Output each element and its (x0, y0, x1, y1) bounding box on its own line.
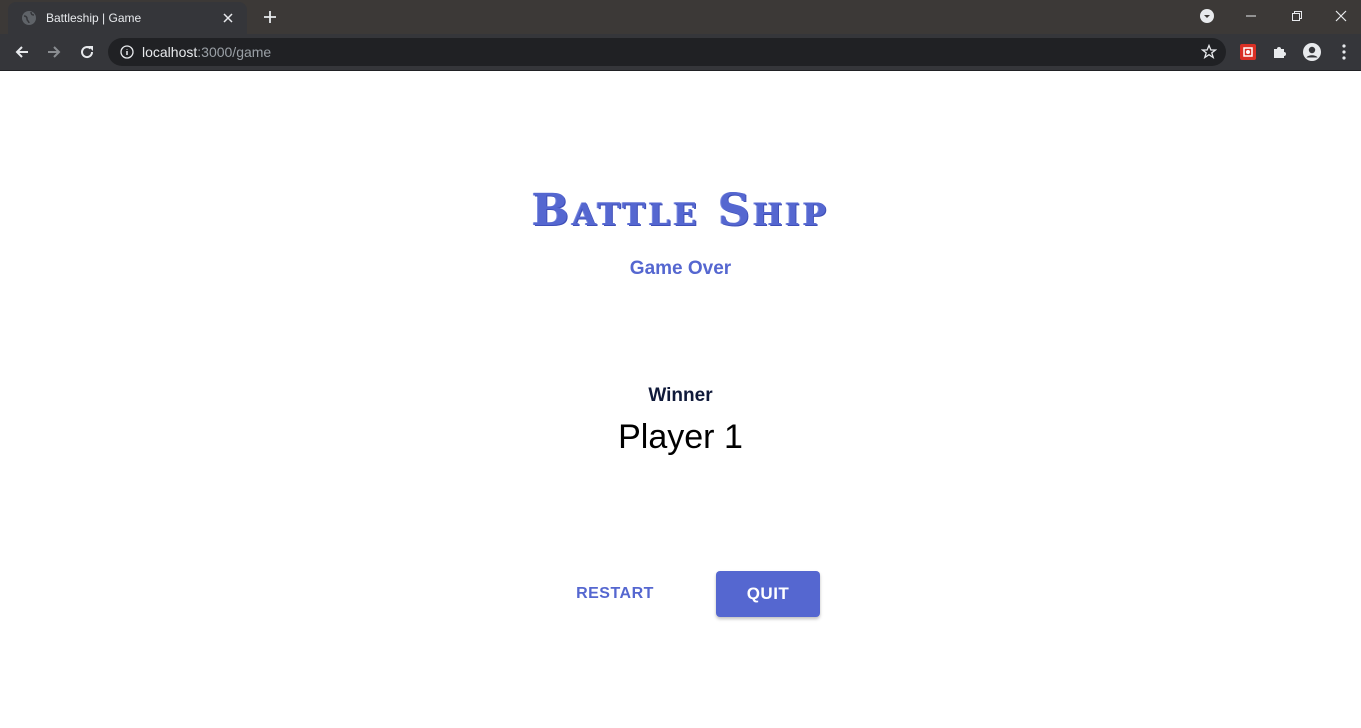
quit-button[interactable]: QUIT (716, 571, 820, 617)
browser-tab[interactable]: Battleship | Game (8, 2, 247, 34)
puzzle-icon[interactable] (1268, 40, 1292, 64)
winner-name: Player 1 (618, 418, 743, 456)
arrow-right-icon[interactable] (42, 40, 66, 64)
url-host: localhost (142, 44, 198, 60)
game-over-page: Battle Ship Game Over Winner Player 1 RE… (0, 71, 1361, 728)
arrow-left-icon[interactable] (10, 40, 34, 64)
restore-icon[interactable] (1274, 0, 1320, 32)
window-close-icon[interactable] (1318, 0, 1361, 32)
plus-icon[interactable] (258, 6, 282, 28)
game-over-heading: Game Over (629, 258, 732, 279)
tab-title: Battleship | Game (46, 11, 142, 25)
winner-label: Winner (648, 385, 713, 406)
restart-button[interactable]: RESTART (560, 572, 670, 616)
address-bar[interactable]: localhost:3000/game (108, 38, 1226, 66)
tab-search-icon[interactable] (1184, 0, 1230, 32)
battleship-logo: Battle Ship (531, 185, 830, 236)
extension-icon[interactable] (1236, 40, 1260, 64)
globe-icon (21, 10, 37, 26)
info-icon[interactable] (120, 45, 134, 59)
minimize-icon[interactable] (1228, 0, 1274, 32)
profile-icon[interactable] (1300, 40, 1324, 64)
browser-toolbar: localhost:3000/game (0, 34, 1361, 71)
kebab-menu-icon[interactable] (1332, 40, 1356, 64)
tab-strip: Battleship | Game (0, 0, 1361, 34)
close-icon[interactable] (219, 9, 237, 27)
url-path: :3000/game (197, 44, 272, 60)
star-icon[interactable] (1200, 43, 1218, 61)
reload-icon[interactable] (75, 40, 99, 64)
